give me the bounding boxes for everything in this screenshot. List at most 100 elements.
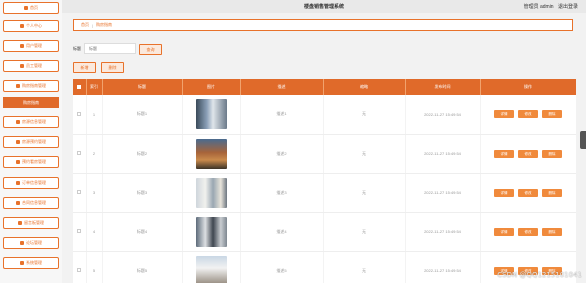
row-index: 1 <box>86 95 103 135</box>
id-card-icon <box>20 64 24 68</box>
grid-icon <box>16 84 20 88</box>
row-image <box>195 138 227 169</box>
grid-icon <box>16 120 20 124</box>
row-desc: 描述4 <box>240 212 324 252</box>
row-index: 4 <box>86 212 103 252</box>
sidebar-item-profile[interactable]: 个人中心 <box>3 20 59 32</box>
row-title: 标题5 <box>102 251 183 283</box>
search-button[interactable]: 查询 <box>139 44 162 55</box>
chat-icon <box>16 181 20 185</box>
row-image <box>195 177 227 208</box>
row-thumb: 无 <box>323 173 406 213</box>
row-desc: 描述2 <box>240 134 324 174</box>
home-icon <box>24 6 28 10</box>
sidebar-item-forum[interactable]: 论坛管理 <box>3 237 59 249</box>
house-icon <box>16 201 20 205</box>
row-desc: 描述5 <box>240 251 324 283</box>
row-thumb: 无 <box>323 212 406 252</box>
breadcrumb-home[interactable]: 首页 <box>81 22 89 28</box>
row-index: 3 <box>86 173 103 213</box>
row-index: 2 <box>86 134 103 174</box>
search-input[interactable] <box>84 43 136 54</box>
header-image: 图片 <box>182 79 241 95</box>
batch-delete-button[interactable]: 删除 <box>101 62 124 73</box>
side-scroll-tab[interactable] <box>580 131 586 149</box>
sidebar-item-messages[interactable]: 留言板管理 <box>3 217 59 229</box>
row-checkbox[interactable] <box>77 190 82 194</box>
breadcrumb-separator: | <box>92 22 94 28</box>
detail-button[interactable]: 详情 <box>494 227 514 236</box>
add-button[interactable]: 新增 <box>73 62 96 73</box>
detail-button[interactable]: 详情 <box>494 149 514 158</box>
row-time: 2022-11-27 15:49:54 <box>405 173 481 213</box>
sidebar-item-staff[interactable]: 员工管理 <box>3 60 59 72</box>
grid-icon <box>18 221 22 225</box>
row-checkbox[interactable] <box>77 268 82 272</box>
edit-button[interactable]: 修改 <box>518 188 538 197</box>
row-image <box>195 99 227 130</box>
table-header-row: 索引 标题 图片 描述 缩略 发布时间 操作 <box>73 79 576 95</box>
header-title: 标题 <box>102 79 183 95</box>
sidebar-item-reservations[interactable]: 房源预约管理 <box>3 136 59 148</box>
list-icon <box>16 160 20 164</box>
edit-button[interactable]: 修改 <box>518 227 538 236</box>
row-image <box>195 216 227 247</box>
row-desc: 描述1 <box>240 95 324 135</box>
row-title: 标题2 <box>102 134 183 174</box>
header-thumb: 缩略 <box>323 79 406 95</box>
detail-button[interactable]: 详情 <box>494 188 514 197</box>
sidebar-item-home[interactable]: 首页 <box>3 2 59 14</box>
row-checkbox[interactable] <box>77 151 82 155</box>
sidebar-item-system[interactable]: 系统管理 <box>3 257 59 269</box>
row-desc: 描述3 <box>240 173 324 213</box>
sidebar-item-guide[interactable]: 购房指南管理 <box>3 80 59 92</box>
select-all-cell[interactable] <box>73 79 87 95</box>
header-index: 索引 <box>86 79 103 95</box>
sidebar-item-users[interactable]: 用户管理 <box>3 40 59 52</box>
sidebar-subitem-guide[interactable]: 购房指南 <box>3 97 59 108</box>
row-checkbox[interactable] <box>77 229 82 233</box>
data-table: 索引 标题 图片 描述 缩略 发布时间 操作 1 标题1 描述1 无 2022-… <box>73 79 576 283</box>
row-image <box>195 255 227 283</box>
breadcrumb: 首页 | 购房指南 <box>73 19 573 31</box>
grid-icon <box>16 140 20 144</box>
sidebar-item-orders[interactable]: 订单信息管理 <box>3 177 59 189</box>
detail-button[interactable]: 详情 <box>494 110 514 119</box>
row-time: 2022-11-27 15:49:54 <box>405 212 481 252</box>
table-row: 3 标题3 描述3 无 2022-11-27 15:49:54 详情 修改 删除 <box>73 173 576 213</box>
grid-icon <box>20 241 24 245</box>
table-row: 4 标题4 描述4 无 2022-11-27 15:49:54 详情 修改 删除 <box>73 212 576 252</box>
sidebar-item-listings[interactable]: 房源信息管理 <box>3 116 59 128</box>
search-label: 标题 <box>73 46 81 51</box>
row-thumb: 无 <box>323 251 406 283</box>
sidebar-item-viewings[interactable]: 预约看房管理 <box>3 156 59 168</box>
logout-link[interactable]: 退出登录 <box>558 4 578 10</box>
top-bar: 楼盘销售管理系统 管理员 admin 退出登录 <box>62 0 586 13</box>
select-all-checkbox[interactable] <box>77 84 82 89</box>
header-actions: 操作 <box>480 79 576 95</box>
delete-button[interactable]: 删除 <box>542 227 562 236</box>
user-icon <box>20 24 24 28</box>
breadcrumb-current: 购房指南 <box>96 22 113 27</box>
row-thumb: 无 <box>323 134 406 174</box>
sidebar: 首页 个人中心 用户管理 员工管理 购房指南管理 购房指南 房源信息管理 房源预… <box>0 0 62 283</box>
row-thumb: 无 <box>323 95 406 135</box>
header-desc: 描述 <box>240 79 324 95</box>
sidebar-item-contracts[interactable]: 合同信息管理 <box>3 197 59 209</box>
row-title: 标题4 <box>102 212 183 252</box>
delete-button[interactable]: 删除 <box>542 110 562 119</box>
header-time: 发布时间 <box>405 79 481 95</box>
delete-button[interactable]: 删除 <box>542 188 562 197</box>
row-index: 5 <box>86 251 103 283</box>
row-checkbox[interactable] <box>77 111 82 116</box>
row-title: 标题3 <box>102 173 183 213</box>
table-row: 1 标题1 描述1 无 2022-11-27 15:49:54 详情 修改 删除 <box>73 95 576 135</box>
edit-button[interactable]: 修改 <box>518 149 538 158</box>
grid-icon <box>20 44 24 48</box>
edit-button[interactable]: 修改 <box>518 110 538 119</box>
app-title: 楼盘销售管理系统 <box>303 4 344 10</box>
row-title: 标题1 <box>102 95 183 135</box>
row-time: 2022-11-27 15:49:54 <box>405 251 481 283</box>
delete-button[interactable]: 删除 <box>542 149 562 158</box>
admin-area: 管理员 admin 退出登录 <box>521 3 578 10</box>
